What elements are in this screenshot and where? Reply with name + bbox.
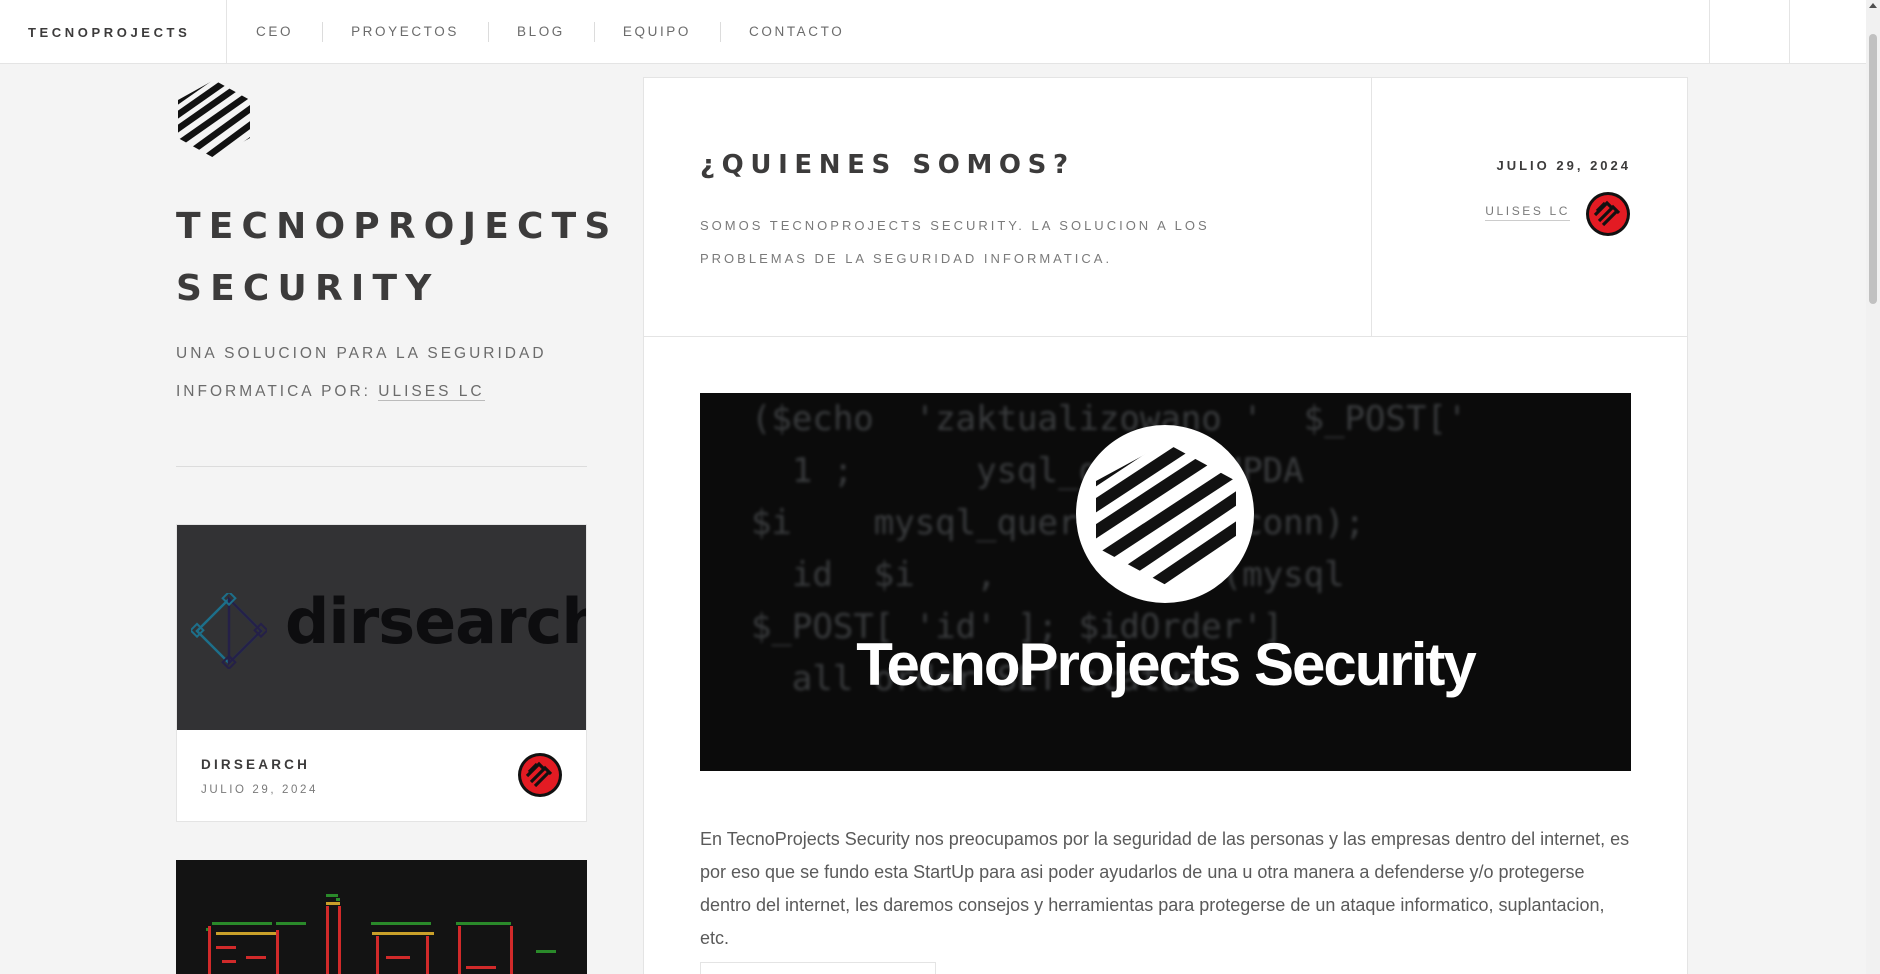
dirsearch-thumbnail-text: dirsearch — [285, 585, 586, 658]
nav-item-ceo[interactable]: CEO — [227, 22, 322, 42]
sidebar-divider — [176, 466, 587, 467]
site-logo-icon[interactable] — [176, 79, 252, 159]
post-card-thumbnail[interactable]: dirsearch — [177, 525, 586, 730]
post-header-left: ¿QUIENES SOMOS? SOMOS TECNOPROJECTS SECU… — [644, 78, 1372, 337]
post-card-ascii[interactable] — [176, 860, 587, 974]
post-author-link[interactable]: ULISES LC — [1485, 204, 1570, 221]
scroll-up-arrow-icon[interactable] — [1869, 3, 1877, 8]
main-nav: CEO PROYECTOS BLOG EQUIPO CONTACTO — [227, 0, 873, 64]
hero-title-text: TecnoProjects Security — [856, 631, 1476, 698]
post-card-date: JULIO 29, 2024 — [201, 784, 318, 796]
read-more-button[interactable] — [700, 962, 936, 974]
main-post: ¿QUIENES SOMOS? SOMOS TECNOPROJECTS SECU… — [643, 77, 1688, 974]
author-avatar-icon[interactable] — [517, 752, 563, 798]
nav-item-blog[interactable]: BLOG — [487, 22, 594, 42]
top-navigation-bar: TECNOPROJECTS CEO PROYECTOS BLOG EQUIPO … — [0, 0, 1866, 64]
post-card-title[interactable]: DIRSEARCH — [201, 757, 310, 772]
post-header: ¿QUIENES SOMOS? SOMOS TECNOPROJECTS SECU… — [644, 78, 1687, 337]
site-title-line1: TECNOPROJECTS — [176, 206, 619, 247]
brand-link[interactable]: TECNOPROJECTS — [0, 0, 227, 64]
post-title[interactable]: ¿QUIENES SOMOS? — [700, 150, 1075, 180]
author-link[interactable]: ULISES LC — [378, 383, 485, 401]
nav-item-equipo[interactable]: EQUIPO — [593, 22, 720, 42]
scroll-thumb[interactable] — [1869, 34, 1877, 304]
hero-logo-icon — [1096, 443, 1236, 585]
post-subtitle: SOMOS TECNOPROJECTS SECURITY. LA SOLUCIO… — [700, 218, 1210, 266]
author-avatar-icon[interactable] — [1585, 191, 1631, 237]
site-description-text: UNA SOLUCION PARA LA SEGURIDAD INFORMATI… — [176, 345, 547, 400]
dirsearch-diamond-icon — [191, 593, 267, 669]
site-title: TECNOPROJECTS SECURITY — [176, 196, 619, 320]
nav-item-proyectos[interactable]: PROYECTOS — [322, 22, 488, 42]
search-toggle-button[interactable] — [1709, 0, 1789, 64]
post-featured-image: ($echo 'zaktualizowano ' $_POST[' 1 ; ys… — [700, 393, 1631, 771]
post-card-ascii-thumbnail[interactable] — [176, 860, 587, 974]
post-card-dirsearch[interactable]: dirsearch DIRSEARCH JULIO 29, 2024 — [176, 524, 587, 822]
page-scrollbar[interactable] — [1866, 0, 1880, 974]
site-title-line2: SECURITY — [176, 268, 440, 309]
menu-toggle-button[interactable] — [1789, 0, 1866, 64]
post-date: JULIO 29, 2024 — [1496, 158, 1631, 173]
nav-item-contacto[interactable]: CONTACTO — [720, 22, 873, 42]
site-description: UNA SOLUCION PARA LA SEGURIDAD INFORMATI… — [176, 335, 596, 411]
post-body-text: En TecnoProjects Security nos preocupamo… — [700, 829, 1630, 948]
